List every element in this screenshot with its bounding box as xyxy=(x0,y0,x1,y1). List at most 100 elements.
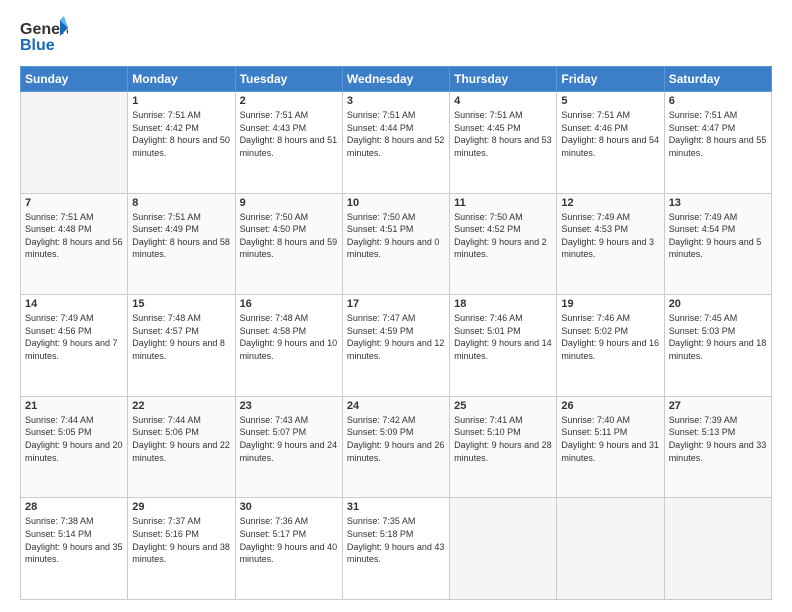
calendar-cell: 11 Sunrise: 7:50 AM Sunset: 4:52 PM Dayl… xyxy=(450,193,557,295)
calendar-cell: 18 Sunrise: 7:46 AM Sunset: 5:01 PM Dayl… xyxy=(450,295,557,397)
daylight-label: Daylight: 9 hours and 7 minutes. xyxy=(25,338,118,361)
sunset-label: Sunset: 5:05 PM xyxy=(25,427,92,437)
cell-info: Sunrise: 7:46 AM Sunset: 5:01 PM Dayligh… xyxy=(454,312,552,362)
sunset-label: Sunset: 5:02 PM xyxy=(561,326,628,336)
sunrise-label: Sunrise: 7:49 AM xyxy=(25,313,94,323)
cell-info: Sunrise: 7:41 AM Sunset: 5:10 PM Dayligh… xyxy=(454,414,552,464)
sunset-label: Sunset: 4:52 PM xyxy=(454,224,521,234)
day-number: 8 xyxy=(132,197,230,209)
daylight-label: Daylight: 9 hours and 12 minutes. xyxy=(347,338,445,361)
cell-info: Sunrise: 7:51 AM Sunset: 4:43 PM Dayligh… xyxy=(240,109,338,159)
day-number: 26 xyxy=(561,400,659,412)
cell-info: Sunrise: 7:49 AM Sunset: 4:53 PM Dayligh… xyxy=(561,211,659,261)
day-number: 7 xyxy=(25,197,123,209)
sunrise-label: Sunrise: 7:48 AM xyxy=(240,313,309,323)
calendar-cell: 25 Sunrise: 7:41 AM Sunset: 5:10 PM Dayl… xyxy=(450,396,557,498)
day-number: 27 xyxy=(669,400,767,412)
daylight-label: Daylight: 9 hours and 16 minutes. xyxy=(561,338,659,361)
sunrise-label: Sunrise: 7:42 AM xyxy=(347,415,416,425)
calendar-cell: 16 Sunrise: 7:48 AM Sunset: 4:58 PM Dayl… xyxy=(235,295,342,397)
sunset-label: Sunset: 5:17 PM xyxy=(240,529,307,539)
cell-info: Sunrise: 7:37 AM Sunset: 5:16 PM Dayligh… xyxy=(132,515,230,565)
calendar-cell: 17 Sunrise: 7:47 AM Sunset: 4:59 PM Dayl… xyxy=(342,295,449,397)
sunrise-label: Sunrise: 7:47 AM xyxy=(347,313,416,323)
daylight-label: Daylight: 9 hours and 18 minutes. xyxy=(669,338,767,361)
cell-info: Sunrise: 7:48 AM Sunset: 4:57 PM Dayligh… xyxy=(132,312,230,362)
calendar-cell: 20 Sunrise: 7:45 AM Sunset: 5:03 PM Dayl… xyxy=(664,295,771,397)
daylight-label: Daylight: 9 hours and 22 minutes. xyxy=(132,440,230,463)
sunset-label: Sunset: 4:56 PM xyxy=(25,326,92,336)
week-row-2: 7 Sunrise: 7:51 AM Sunset: 4:48 PM Dayli… xyxy=(21,193,772,295)
sunrise-label: Sunrise: 7:50 AM xyxy=(240,212,309,222)
cell-info: Sunrise: 7:38 AM Sunset: 5:14 PM Dayligh… xyxy=(25,515,123,565)
sunset-label: Sunset: 5:01 PM xyxy=(454,326,521,336)
sunrise-label: Sunrise: 7:41 AM xyxy=(454,415,523,425)
day-number: 15 xyxy=(132,298,230,310)
day-number: 22 xyxy=(132,400,230,412)
cell-info: Sunrise: 7:48 AM Sunset: 4:58 PM Dayligh… xyxy=(240,312,338,362)
sunrise-label: Sunrise: 7:51 AM xyxy=(240,110,309,120)
daylight-label: Daylight: 8 hours and 53 minutes. xyxy=(454,135,552,158)
calendar-cell: 9 Sunrise: 7:50 AM Sunset: 4:50 PM Dayli… xyxy=(235,193,342,295)
sunset-label: Sunset: 4:46 PM xyxy=(561,123,628,133)
sunrise-label: Sunrise: 7:51 AM xyxy=(132,212,201,222)
sunrise-label: Sunrise: 7:44 AM xyxy=(132,415,201,425)
day-number: 19 xyxy=(561,298,659,310)
sunset-label: Sunset: 4:43 PM xyxy=(240,123,307,133)
day-number: 30 xyxy=(240,501,338,513)
sunset-label: Sunset: 5:10 PM xyxy=(454,427,521,437)
sunrise-label: Sunrise: 7:49 AM xyxy=(561,212,630,222)
cell-info: Sunrise: 7:51 AM Sunset: 4:48 PM Dayligh… xyxy=(25,211,123,261)
weekday-header-monday: Monday xyxy=(128,67,235,92)
sunset-label: Sunset: 4:51 PM xyxy=(347,224,414,234)
sunset-label: Sunset: 5:18 PM xyxy=(347,529,414,539)
sunset-label: Sunset: 4:42 PM xyxy=(132,123,199,133)
sunrise-label: Sunrise: 7:51 AM xyxy=(454,110,523,120)
calendar-cell: 27 Sunrise: 7:39 AM Sunset: 5:13 PM Dayl… xyxy=(664,396,771,498)
day-number: 20 xyxy=(669,298,767,310)
day-number: 25 xyxy=(454,400,552,412)
calendar-cell: 7 Sunrise: 7:51 AM Sunset: 4:48 PM Dayli… xyxy=(21,193,128,295)
sunrise-label: Sunrise: 7:39 AM xyxy=(669,415,738,425)
day-number: 11 xyxy=(454,197,552,209)
sunset-label: Sunset: 5:09 PM xyxy=(347,427,414,437)
day-number: 23 xyxy=(240,400,338,412)
cell-info: Sunrise: 7:44 AM Sunset: 5:06 PM Dayligh… xyxy=(132,414,230,464)
day-number: 14 xyxy=(25,298,123,310)
day-number: 5 xyxy=(561,95,659,107)
week-row-1: 1 Sunrise: 7:51 AM Sunset: 4:42 PM Dayli… xyxy=(21,92,772,194)
cell-info: Sunrise: 7:36 AM Sunset: 5:17 PM Dayligh… xyxy=(240,515,338,565)
weekday-header-thursday: Thursday xyxy=(450,67,557,92)
calendar-cell: 26 Sunrise: 7:40 AM Sunset: 5:11 PM Dayl… xyxy=(557,396,664,498)
day-number: 9 xyxy=(240,197,338,209)
calendar-cell: 5 Sunrise: 7:51 AM Sunset: 4:46 PM Dayli… xyxy=(557,92,664,194)
sunrise-label: Sunrise: 7:51 AM xyxy=(669,110,738,120)
sunset-label: Sunset: 4:48 PM xyxy=(25,224,92,234)
calendar-cell: 21 Sunrise: 7:44 AM Sunset: 5:05 PM Dayl… xyxy=(21,396,128,498)
sunset-label: Sunset: 4:50 PM xyxy=(240,224,307,234)
daylight-label: Daylight: 9 hours and 43 minutes. xyxy=(347,542,445,565)
calendar-cell: 13 Sunrise: 7:49 AM Sunset: 4:54 PM Dayl… xyxy=(664,193,771,295)
sunrise-label: Sunrise: 7:50 AM xyxy=(347,212,416,222)
sunrise-label: Sunrise: 7:36 AM xyxy=(240,516,309,526)
cell-info: Sunrise: 7:47 AM Sunset: 4:59 PM Dayligh… xyxy=(347,312,445,362)
sunrise-label: Sunrise: 7:44 AM xyxy=(25,415,94,425)
day-number: 29 xyxy=(132,501,230,513)
sunrise-label: Sunrise: 7:50 AM xyxy=(454,212,523,222)
cell-info: Sunrise: 7:51 AM Sunset: 4:44 PM Dayligh… xyxy=(347,109,445,159)
day-number: 17 xyxy=(347,298,445,310)
daylight-label: Daylight: 9 hours and 14 minutes. xyxy=(454,338,552,361)
day-number: 6 xyxy=(669,95,767,107)
calendar-cell: 24 Sunrise: 7:42 AM Sunset: 5:09 PM Dayl… xyxy=(342,396,449,498)
sunset-label: Sunset: 5:03 PM xyxy=(669,326,736,336)
day-number: 24 xyxy=(347,400,445,412)
day-number: 16 xyxy=(240,298,338,310)
cell-info: Sunrise: 7:51 AM Sunset: 4:42 PM Dayligh… xyxy=(132,109,230,159)
daylight-label: Daylight: 9 hours and 20 minutes. xyxy=(25,440,123,463)
cell-info: Sunrise: 7:42 AM Sunset: 5:09 PM Dayligh… xyxy=(347,414,445,464)
sunset-label: Sunset: 5:06 PM xyxy=(132,427,199,437)
calendar-cell: 19 Sunrise: 7:46 AM Sunset: 5:02 PM Dayl… xyxy=(557,295,664,397)
day-number: 4 xyxy=(454,95,552,107)
weekday-header-row: SundayMondayTuesdayWednesdayThursdayFrid… xyxy=(21,67,772,92)
sunset-label: Sunset: 5:11 PM xyxy=(561,427,627,437)
